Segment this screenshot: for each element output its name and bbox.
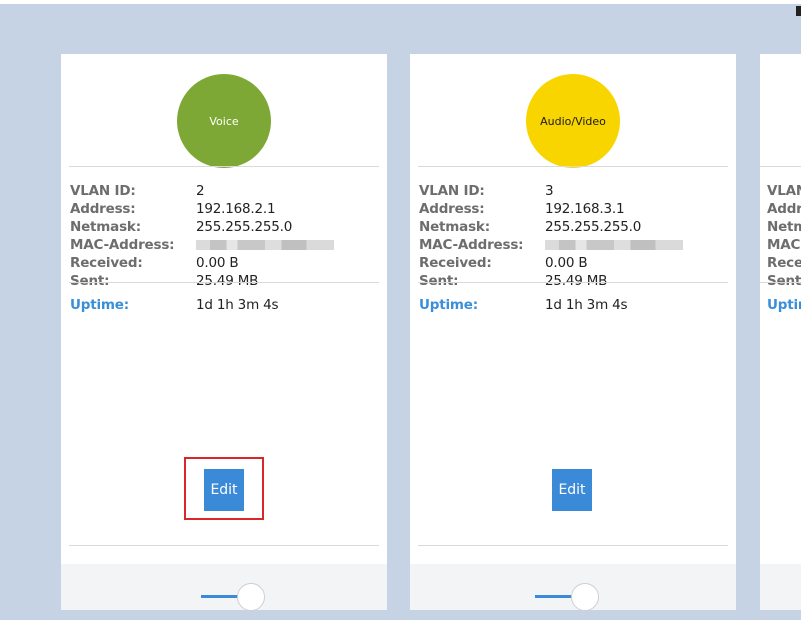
uptime-label: Uptime: [70,297,129,313]
vlan-id-label: VLAN ID: [70,183,136,199]
vlan-id-value: 2 [196,183,205,199]
vlan-id-value: 3 [545,183,554,199]
uptime-value: 1d 1h 3m 4s [196,297,279,313]
card-footer [760,564,801,610]
row-vlan-id: VLAN ID: [767,182,801,200]
sent-value: 25.49 MB [196,273,259,289]
divider [760,282,801,283]
row-address: Address: 192.168.2.1 [70,200,370,218]
netmask-value: 255.255.255.0 [196,219,293,235]
address-label: Address: [419,201,485,217]
row-mac: MAC-Address: [419,236,719,254]
row-received: Received: 0.00 B [70,254,370,272]
divider [418,545,728,546]
vlan-badge-audio-video: Audio/Video [526,74,620,168]
sent-label: Sent: [70,273,110,289]
row-uptime: Uptime: 1d 1h 3m 4s [419,296,628,314]
corner-mark [796,6,801,16]
uptime-label: Uptime: [419,297,478,313]
sent-label: Sent: [767,273,801,289]
row-vlan-id: VLAN ID: 2 [70,182,370,200]
netmask-label: Netmask: [70,219,141,235]
card-footer [410,564,736,611]
address-label: Address: [70,201,136,217]
row-mac: MAC-Address: [70,236,370,254]
vlan-name: Audio/Video [540,114,606,128]
vlan-info: VLAN ID: Address: Netmask: MAC-Address: … [767,182,801,290]
address-label: Address: [767,201,801,217]
netmask-label: Netmask: [767,219,801,235]
row-uptime: Uptime: [767,296,801,314]
mac-value-redacted [545,240,683,250]
divider [69,282,379,283]
row-uptime: Uptime: 1d 1h 3m 4s [70,296,279,314]
mac-label: MAC-Address: [70,237,175,253]
row-sent: Sent: 25.49 MB [419,272,719,290]
row-sent: Sent: [767,272,801,290]
divider [418,282,728,283]
row-received: Received: 0.00 B [419,254,719,272]
row-sent: Sent: 25.49 MB [70,272,370,290]
divider [418,166,728,167]
vlan-id-label: VLAN ID: [419,183,485,199]
vlan-card-voice: Voice VLAN ID: 2 Address: 192.168.2.1 Ne… [61,54,387,611]
edit-button[interactable]: Edit [204,469,244,511]
card-footer [61,564,387,611]
vlan-id-label: VLAN ID: [767,183,801,199]
mac-label: MAC-Address: [767,237,801,253]
row-mac: MAC-Address: [767,236,801,254]
edit-button[interactable]: Edit [552,469,592,511]
address-value: 192.168.3.1 [545,201,625,217]
vlan-name: Voice [209,114,239,128]
received-value: 0.00 B [545,255,588,271]
top-strip [0,0,801,4]
address-value: 192.168.2.1 [196,201,276,217]
vlan-card-audio-video: Audio/Video VLAN ID: 3 Address: 192.168.… [410,54,736,611]
received-label: Received: [419,255,492,271]
vlan-badge-voice: Voice [177,74,271,168]
enable-toggle[interactable] [535,583,599,611]
received-label: Received: [70,255,143,271]
mac-value-redacted [196,240,334,250]
row-netmask: Netmask: [767,218,801,236]
divider [69,166,379,167]
mac-label: MAC-Address: [419,237,524,253]
sent-label: Sent: [419,273,459,289]
enable-toggle[interactable] [201,583,265,611]
netmask-label: Netmask: [419,219,490,235]
toggle-knob[interactable] [571,583,599,611]
row-netmask: Netmask: 255.255.255.0 [419,218,719,236]
vlan-card-partial: VLAN ID: Address: Netmask: MAC-Address: … [760,54,801,610]
row-vlan-id: VLAN ID: 3 [419,182,719,200]
vlan-info: VLAN ID: 2 Address: 192.168.2.1 Netmask:… [70,182,370,290]
row-received: Received: [767,254,801,272]
netmask-value: 255.255.255.0 [545,219,642,235]
toggle-knob[interactable] [237,583,265,611]
row-address: Address: [767,200,801,218]
vlan-info: VLAN ID: 3 Address: 192.168.3.1 Netmask:… [419,182,719,290]
received-value: 0.00 B [196,255,239,271]
sent-value: 25.49 MB [545,273,608,289]
divider [69,545,379,546]
received-label: Received: [767,255,801,271]
row-address: Address: 192.168.3.1 [419,200,719,218]
uptime-value: 1d 1h 3m 4s [545,297,628,313]
row-netmask: Netmask: 255.255.255.0 [70,218,370,236]
uptime-label: Uptime: [767,297,801,313]
divider [760,166,801,167]
